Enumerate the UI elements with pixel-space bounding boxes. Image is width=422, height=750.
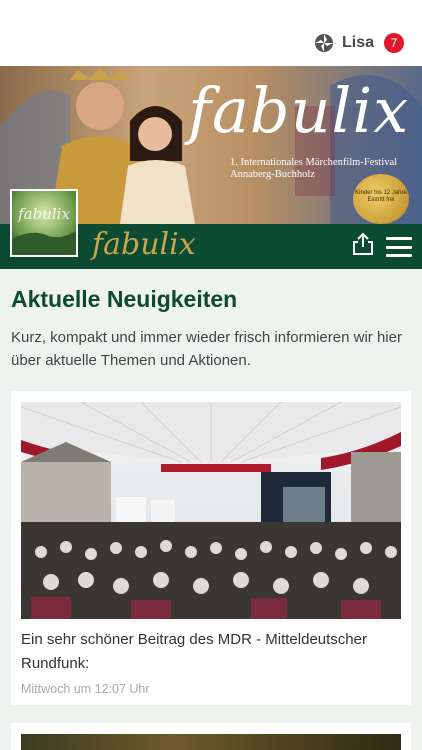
news-card[interactable]: Ein sehr schöner Beitrag des MDR - Mitte… bbox=[11, 391, 411, 705]
hero-subtitle-line1: 1. Internationales Märchenfilm-Festival bbox=[230, 157, 398, 168]
hamburger-menu-icon[interactable] bbox=[386, 237, 412, 257]
notification-badge[interactable]: 7 bbox=[384, 33, 404, 53]
news-card-timestamp: Mittwoch um 12:07 Uhr bbox=[21, 682, 150, 696]
news-card-image[interactable] bbox=[21, 402, 401, 619]
page-intro: Kurz, kompakt und immer wieder frisch in… bbox=[11, 329, 402, 369]
nav-brand-logo[interactable]: fabulix bbox=[92, 227, 196, 262]
news-card-image[interactable] bbox=[21, 734, 401, 750]
hero-brand-logo: fabulix bbox=[188, 74, 410, 147]
app-logo-thumbnail[interactable]: fabulix bbox=[10, 189, 78, 257]
free-entry-seal: Kinder bis 12 Jahre Eintritt frei bbox=[353, 174, 409, 224]
svg-text:fabulix: fabulix bbox=[17, 205, 70, 223]
share-icon[interactable] bbox=[352, 232, 374, 256]
user-name[interactable]: Lisa bbox=[342, 34, 374, 52]
top-bar: Lisa 7 bbox=[0, 0, 422, 66]
news-card[interactable] bbox=[11, 723, 411, 750]
thumbnail-landscape-icon: fabulix bbox=[12, 191, 76, 255]
page-title: Aktuelle Neuigkeiten bbox=[11, 286, 238, 312]
news-card-text[interactable]: Ein sehr schöner Beitrag des MDR - Mitte… bbox=[21, 628, 391, 676]
user-menu[interactable]: Lisa 7 bbox=[314, 33, 404, 53]
user-logo-icon bbox=[314, 34, 333, 52]
